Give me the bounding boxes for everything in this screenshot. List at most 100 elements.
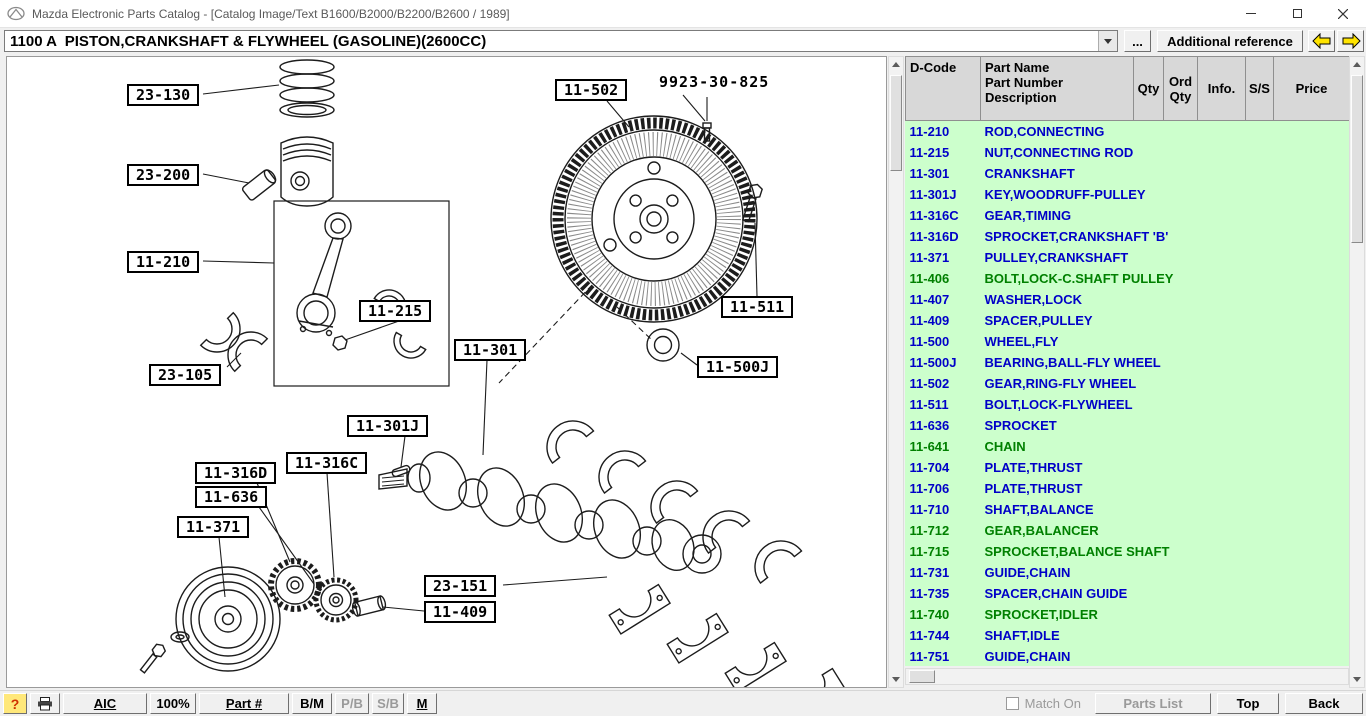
diagram-callout[interactable]: 11-301 [454, 339, 527, 361]
diagram-callout[interactable]: 11-316D [195, 462, 277, 484]
diagram-callout[interactable]: 23-200 [127, 164, 200, 186]
cell-ss [1246, 142, 1274, 163]
diagram-callout[interactable]: 23-130 [127, 84, 200, 106]
cell-dcode: 11-210 [909, 124, 950, 139]
table-row[interactable]: 11-407 WASHER,LOCK [906, 289, 1350, 310]
cell-dcode: 11-407 [909, 292, 950, 307]
cell-ord-qty [1164, 646, 1198, 666]
table-row[interactable]: 11-316D SPROCKET,CRANKSHAFT 'B' [906, 226, 1350, 247]
next-page-button[interactable] [1337, 30, 1364, 52]
table-hscrollbar-thumb[interactable] [909, 670, 935, 683]
diagram-callout[interactable]: 23-151 [424, 575, 497, 597]
aic-button[interactable]: AIC [63, 693, 147, 714]
cell-dcode: 11-500J [909, 355, 957, 370]
cell-part-name: SPROCKET [984, 418, 1057, 433]
table-row[interactable]: 11-641 CHAIN [906, 436, 1350, 457]
part-number-button[interactable]: Part # [199, 693, 289, 714]
diagram-callout[interactable]: 11-371 [177, 516, 250, 538]
table-row[interactable]: 11-740 SPROCKET,IDLER [906, 604, 1350, 625]
minimize-button[interactable] [1228, 0, 1274, 27]
diagram-scrollbar-thumb[interactable] [890, 75, 902, 171]
table-row[interactable]: 11-744 SHAFT,IDLE [906, 625, 1350, 646]
scroll-down-icon[interactable] [889, 672, 903, 687]
help-button[interactable]: ? [3, 693, 27, 714]
diagram-callout[interactable]: 11-511 [721, 296, 794, 318]
match-on-checkbox[interactable] [1005, 697, 1019, 710]
table-row[interactable]: 11-210 ROD,CONNECTING [906, 121, 1350, 143]
cell-info [1198, 436, 1246, 457]
m-button[interactable]: M [407, 693, 437, 714]
diagram-callout[interactable]: 11-636 [195, 486, 268, 508]
zoom-button[interactable]: 100% [150, 693, 196, 714]
cell-dcode: 11-406 [909, 271, 950, 286]
diagram-callout[interactable]: 11-409 [424, 601, 497, 623]
table-row[interactable]: 11-371 PULLEY,CRANKSHAFT [906, 247, 1350, 268]
maximize-icon [1292, 9, 1302, 18]
bm-button[interactable]: B/M [292, 693, 332, 714]
table-row[interactable]: 11-636 SPROCKET [906, 415, 1350, 436]
window-controls [1228, 0, 1366, 27]
table-row[interactable]: 11-406 BOLT,LOCK-C.SHAFT PULLEY [906, 268, 1350, 289]
catalog-diagram[interactable]: 23-130 23-200 11-210 23-105 11-215 11-301 11-3… [6, 56, 887, 688]
table-row[interactable]: 11-706 PLATE,THRUST [906, 478, 1350, 499]
table-row[interactable]: 11-735 SPACER,CHAIN GUIDE [906, 583, 1350, 604]
cell-info [1198, 478, 1246, 499]
diagram-callout[interactable]: 11-301J [347, 415, 429, 437]
table-row[interactable]: 11-710 SHAFT,BALANCE [906, 499, 1350, 520]
previous-page-button[interactable] [1308, 30, 1335, 52]
maximize-button[interactable] [1274, 0, 1320, 27]
table-row[interactable]: 11-731 GUIDE,CHAIN [906, 562, 1350, 583]
toolbar: 1100 A PISTON,CRANKSHAFT & FLYWHEEL (GAS… [0, 28, 1366, 54]
table-row[interactable]: 11-704 PLATE,THRUST [906, 457, 1350, 478]
table-row[interactable]: 11-511 BOLT,LOCK-FLYWHEEL [906, 394, 1350, 415]
table-horizontal-scrollbar[interactable] [905, 668, 1349, 685]
diagram-callout[interactable]: 23-105 [149, 364, 222, 386]
additional-reference-button[interactable]: Additional reference [1157, 30, 1303, 52]
scroll-down-icon[interactable] [1350, 672, 1364, 687]
table-row[interactable]: 11-301J KEY,WOODRUFF-PULLEY [906, 184, 1350, 205]
diagram-callout[interactable]: 11-210 [127, 251, 200, 273]
cell-info [1198, 541, 1246, 562]
table-row[interactable]: 11-502 GEAR,RING-FLY WHEEL [906, 373, 1350, 394]
more-button[interactable]: ... [1124, 30, 1151, 52]
diagram-callout[interactable]: 11-316C [286, 452, 368, 474]
back-button[interactable]: Back [1285, 693, 1363, 714]
section-select-dropdown-button[interactable] [1098, 31, 1117, 51]
print-button[interactable] [30, 693, 60, 714]
cell-part-name: CHAIN [984, 439, 1026, 454]
section-select[interactable]: 1100 A PISTON,CRANKSHAFT & FLYWHEEL (GAS… [4, 30, 1118, 52]
table-row[interactable]: 11-409 SPACER,PULLEY [906, 310, 1350, 331]
cell-dcode: 11-502 [909, 376, 950, 391]
table-row[interactable]: 11-712 GEAR,BALANCER [906, 520, 1350, 541]
table-row[interactable]: 11-500J BEARING,BALL-FLY WHEEL [906, 352, 1350, 373]
top-button[interactable]: Top [1217, 693, 1279, 714]
cell-part-name: SPACER,CHAIN GUIDE [984, 586, 1128, 601]
diagram-callout[interactable]: 11-502 [555, 79, 628, 101]
table-row[interactable]: 11-215 NUT,CONNECTING ROD [906, 142, 1350, 163]
cell-dcode: 11-704 [909, 460, 950, 475]
diagram-callout[interactable]: 11-215 [359, 300, 432, 322]
table-row[interactable]: 11-715 SPROCKET,BALANCE SHAFT [906, 541, 1350, 562]
cell-dcode: 11-715 [909, 544, 950, 559]
cell-ord-qty [1164, 394, 1198, 415]
cell-price [1274, 373, 1350, 394]
cell-price [1274, 604, 1350, 625]
cell-ord-qty [1164, 331, 1198, 352]
diagram-part-number-label[interactable]: 9923-30-825 [659, 73, 769, 91]
diagram-callout[interactable]: 11-500J [697, 356, 779, 378]
table-header-row: D-Code Part Name Part Number Description… [905, 56, 1349, 121]
table-row[interactable]: 11-751 GUIDE,CHAIN [906, 646, 1350, 666]
cell-qty [1134, 415, 1164, 436]
scroll-up-icon[interactable] [889, 57, 903, 72]
scroll-up-icon[interactable] [1350, 57, 1364, 72]
parts-list-button: Parts List [1095, 693, 1211, 714]
table-row[interactable]: 11-301 CRANKSHAFT [906, 163, 1350, 184]
table-row[interactable]: 11-500 WHEEL,FLY [906, 331, 1350, 352]
table-row[interactable]: 11-316C GEAR,TIMING [906, 205, 1350, 226]
cell-info [1198, 499, 1246, 520]
diagram-vertical-scrollbar[interactable] [888, 56, 904, 688]
table-scrollbar-thumb[interactable] [1351, 75, 1363, 243]
close-button[interactable] [1320, 0, 1366, 27]
cell-price [1274, 268, 1350, 289]
table-vertical-scrollbar[interactable] [1349, 56, 1365, 688]
